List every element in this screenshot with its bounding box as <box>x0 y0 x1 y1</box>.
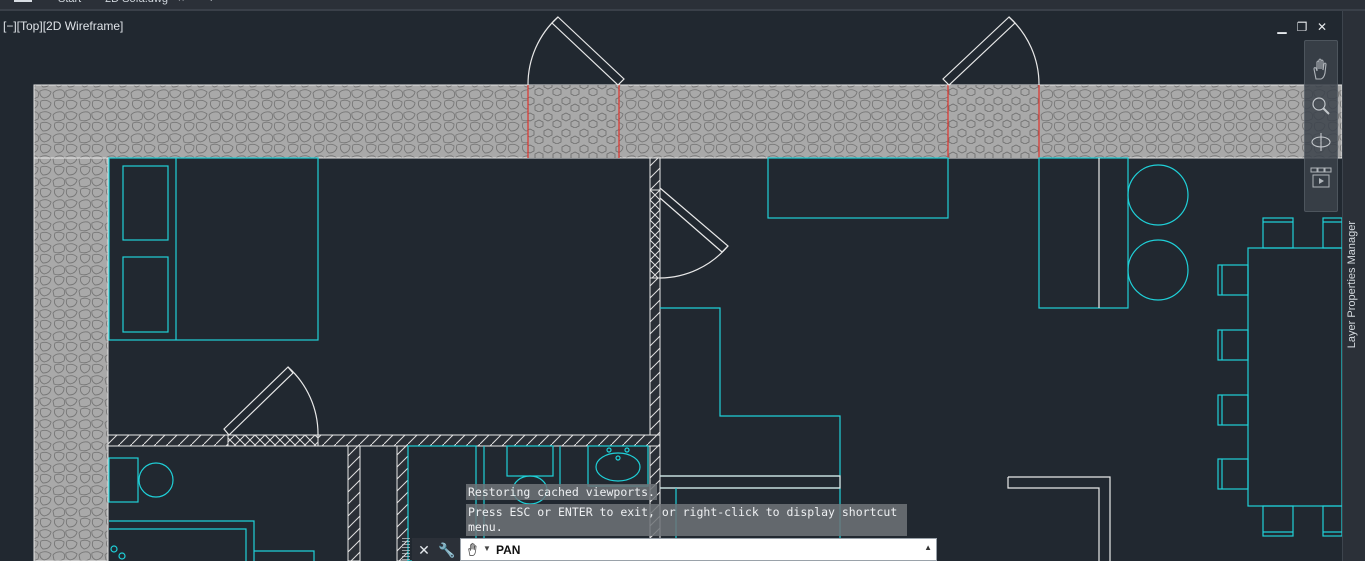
dining-table <box>1217 217 1342 537</box>
cabinet <box>767 157 949 219</box>
interior-wall-x <box>649 189 661 279</box>
tab-start[interactable]: Start <box>58 0 81 9</box>
hamburger-icon[interactable] <box>14 0 32 5</box>
bed <box>108 157 319 341</box>
interior-wall-small <box>347 445 361 561</box>
tab-close-icon[interactable]: × <box>178 0 184 9</box>
restore-icon[interactable]: ❐ <box>1295 20 1309 34</box>
command-prompt-message: Press ESC or ENTER to exit, or right-cli… <box>466 504 907 536</box>
command-dropdown-icon[interactable]: ▼ <box>483 544 491 553</box>
hand-icon <box>468 542 477 556</box>
viewport-controls: ▁ ❐ ✕ <box>1275 20 1329 34</box>
bedroom-door <box>223 366 319 436</box>
kitchen-counter <box>1038 157 1189 309</box>
sofa-back <box>660 475 841 489</box>
minimize-icon[interactable]: ▁ <box>1275 20 1289 34</box>
pan-icon[interactable] <box>1308 57 1334 83</box>
interior-wall-horizontal <box>107 434 661 447</box>
entrance-door-1 <box>527 16 625 86</box>
partition <box>1007 476 1111 561</box>
wrench-icon[interactable]: 🔧 <box>438 542 455 558</box>
door-opening-1 <box>528 85 619 158</box>
layer-properties-panel[interactable]: Layer Properties Manager <box>1342 11 1365 561</box>
command-text: PAN <box>496 543 521 557</box>
drawing-canvas[interactable] <box>0 11 1342 561</box>
hall-door <box>659 187 729 279</box>
entrance-door-2 <box>942 16 1040 86</box>
exterior-wall-left <box>33 157 109 561</box>
door-opening-2 <box>948 85 1039 158</box>
orbit-icon[interactable] <box>1308 129 1334 155</box>
new-tab-button[interactable]: + <box>208 0 214 9</box>
close-icon[interactable]: ✕ <box>1315 20 1329 34</box>
panel-title[interactable]: Layer Properties Manager <box>1346 221 1358 348</box>
exterior-wall-top <box>33 84 1342 159</box>
viewport-label[interactable]: [−][Top][2D Wireframe] <box>3 19 123 33</box>
door-sill-x <box>227 434 319 447</box>
command-input[interactable]: ▼ PAN ▲ <box>460 538 937 561</box>
showmotion-icon[interactable] <box>1308 165 1334 191</box>
command-line-toolbar: ✕ 🔧 <box>412 538 464 561</box>
navigation-bar[interactable] <box>1304 40 1338 212</box>
command-history-line: Restoring cached viewports. <box>466 484 657 500</box>
zoom-icon[interactable] <box>1308 93 1334 119</box>
close-icon[interactable]: ✕ <box>416 542 432 558</box>
history-toggle-icon[interactable]: ▲ <box>924 543 932 552</box>
drag-handle[interactable] <box>402 538 410 561</box>
tab-drawing[interactable]: 2D Sofa.dwg <box>105 0 168 9</box>
